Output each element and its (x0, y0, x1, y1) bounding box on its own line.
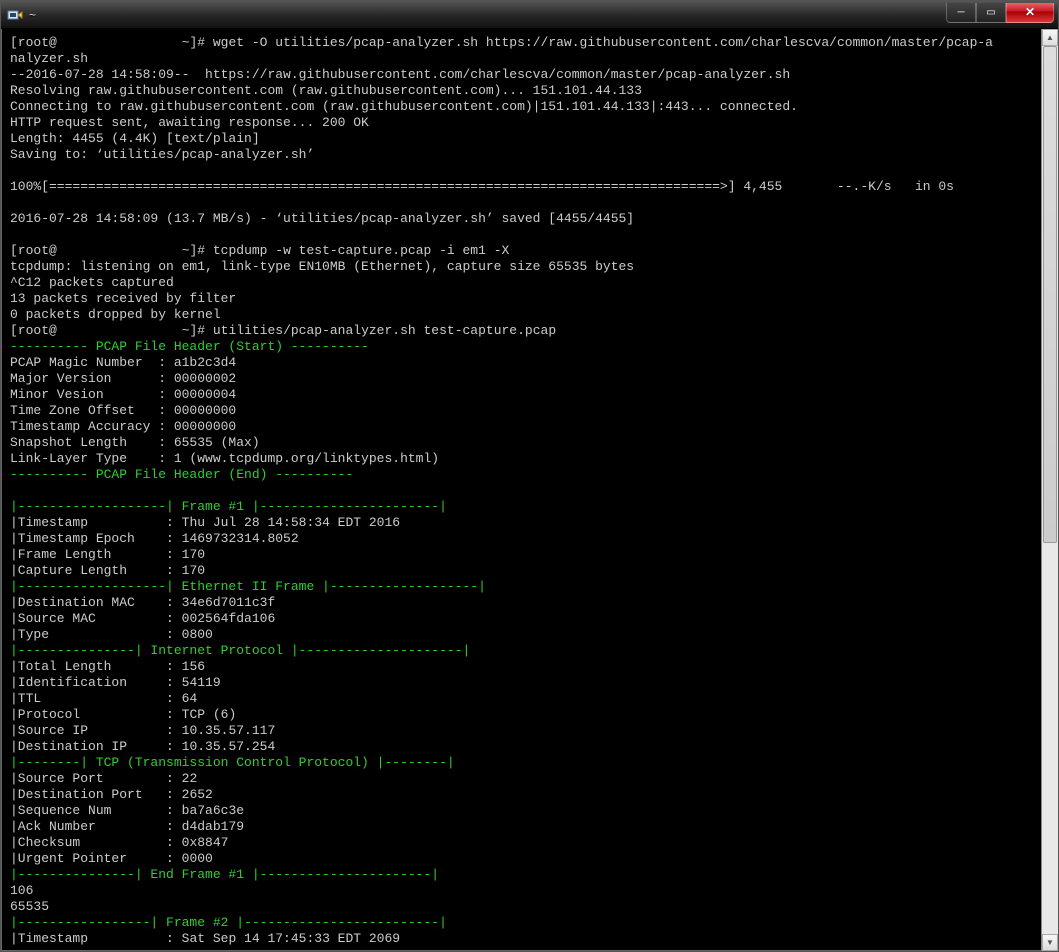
vertical-scrollbar[interactable]: ▲ ▼ (1041, 29, 1058, 951)
section-header: ---------- PCAP File Header (Start) ----… (10, 339, 1049, 355)
chevron-up-icon: ▲ (1046, 33, 1054, 42)
minimize-icon: ─ (957, 7, 964, 18)
output-line: Connecting to raw.githubusercontent.com … (10, 99, 1049, 115)
close-icon: ✕ (1025, 5, 1035, 19)
minimize-button[interactable]: ─ (946, 3, 976, 23)
frame-header: |-------------------| Frame #1 |--------… (10, 499, 1049, 515)
output-line: Length: 4455 (4.4K) [text/plain] (10, 131, 1049, 147)
output-line: --2016-07-28 14:58:09-- https://raw.gith… (10, 67, 1049, 83)
output-line: tcpdump: listening on em1, link-type EN1… (10, 259, 1049, 275)
command-text: tcpdump -w test-capture.pcap -i em1 -X (213, 243, 509, 258)
command-text-cont: nalyzer.sh (10, 51, 1049, 67)
eth-header: |-------------------| Ethernet II Frame … (10, 579, 1049, 595)
frame-end: |---------------| End Frame #1 |--------… (10, 867, 1049, 883)
output-line: ^C12 packets captured (10, 275, 1049, 291)
titlebar[interactable]: ~ ─ ▭ ✕ (1, 1, 1058, 29)
tcp-header: |--------| TCP (Transmission Control Pro… (10, 755, 1049, 771)
output-line: HTTP request sent, awaiting response... … (10, 115, 1049, 131)
output-line: 106 (10, 883, 1049, 899)
terminal[interactable]: [root@ ~]# wget -O utilities/pcap-analyz… (1, 29, 1058, 951)
putty-icon (7, 7, 23, 23)
frame-header: |-----------------| Frame #2 |----------… (10, 915, 1049, 931)
close-button[interactable]: ✕ (1006, 3, 1054, 23)
scroll-thumb[interactable] (1043, 46, 1057, 543)
ip-header: |---------------| Internet Protocol |---… (10, 643, 1049, 659)
section-header: ---------- PCAP File Header (End) ------… (10, 467, 1049, 483)
maximize-icon: ▭ (986, 7, 995, 18)
prompt: [root@ ~]# (10, 243, 205, 258)
command-text: wget -O utilities/pcap-analyzer.sh https… (213, 35, 993, 50)
progress-line: 100%[===================================… (10, 179, 1049, 195)
window-title: ~ (29, 8, 946, 22)
output-line: 2016-07-28 14:58:09 (13.7 MB/s) - ‘utili… (10, 211, 1049, 227)
output-line: Saving to: ‘utilities/pcap-analyzer.sh’ (10, 147, 1049, 163)
app-window: ~ ─ ▭ ✕ [root@ ~]# wget -O utilities/pca… (0, 0, 1059, 952)
command-text: utilities/pcap-analyzer.sh test-capture.… (213, 323, 556, 338)
prompt: [root@ ~]# (10, 35, 205, 50)
maximize-button[interactable]: ▭ (976, 3, 1006, 23)
output-line: Resolving raw.githubusercontent.com (raw… (10, 83, 1049, 99)
output-line: 13 packets received by filter (10, 291, 1049, 307)
output-line: 65535 (10, 899, 1049, 915)
output-line: 0 packets dropped by kernel (10, 307, 1049, 323)
scroll-down-button[interactable]: ▼ (1042, 934, 1058, 951)
prompt: [root@ ~]# (10, 323, 205, 338)
scroll-track[interactable] (1042, 46, 1058, 934)
scroll-up-button[interactable]: ▲ (1042, 29, 1058, 46)
window-controls: ─ ▭ ✕ (946, 3, 1054, 23)
chevron-down-icon: ▼ (1046, 938, 1054, 947)
